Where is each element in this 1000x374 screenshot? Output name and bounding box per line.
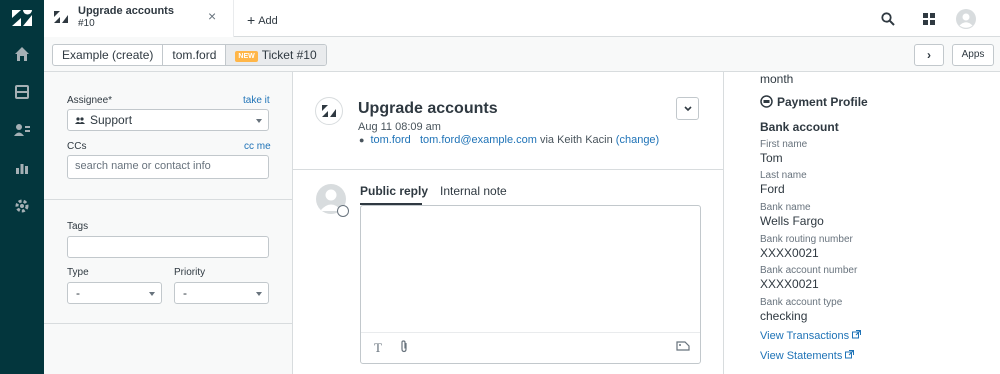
external-link-icon bbox=[845, 350, 855, 359]
divider bbox=[293, 169, 723, 170]
assignee-select[interactable]: Support bbox=[67, 109, 269, 131]
home-icon[interactable] bbox=[0, 36, 44, 72]
payment-profile-title: Payment Profile bbox=[777, 95, 868, 109]
field-label: First name bbox=[760, 139, 808, 150]
priority-label: Priority bbox=[174, 267, 206, 278]
plus-icon: + bbox=[247, 12, 256, 28]
breadcrumb-ticket[interactable]: NEW Ticket #10 bbox=[226, 45, 326, 65]
brand-logo-icon bbox=[315, 97, 343, 125]
field-value: XXXX0021 bbox=[760, 277, 819, 291]
field-label: Last name bbox=[760, 170, 807, 181]
ticket-options-dropdown[interactable] bbox=[676, 97, 699, 120]
cc-me-link[interactable]: cc me bbox=[244, 141, 271, 152]
close-tab-icon[interactable]: × bbox=[208, 8, 216, 24]
next-ticket-button[interactable]: › bbox=[914, 44, 944, 66]
breadcrumb-user[interactable]: tom.ford bbox=[163, 45, 227, 65]
change-requester-link[interactable]: (change) bbox=[616, 134, 659, 146]
divider bbox=[44, 323, 293, 324]
reporting-icon[interactable] bbox=[0, 150, 44, 186]
field-label: Bank account number bbox=[760, 265, 858, 276]
breadcrumb: Example (create) tom.ford NEW Ticket #10 bbox=[52, 44, 327, 66]
external-link-icon bbox=[852, 330, 862, 339]
ticket-tab-logo-icon bbox=[54, 11, 68, 26]
field-value: Wells Fargo bbox=[760, 214, 824, 228]
agent-badge-icon bbox=[337, 205, 349, 217]
view-transactions-link[interactable]: View Transactions bbox=[760, 330, 862, 342]
macro-icon[interactable] bbox=[676, 340, 690, 355]
bank-account-heading: Bank account bbox=[760, 120, 839, 134]
group-icon bbox=[75, 114, 85, 128]
customers-icon[interactable] bbox=[0, 112, 44, 148]
apps-button[interactable]: Apps bbox=[952, 44, 994, 66]
reply-editor[interactable]: T bbox=[360, 205, 701, 364]
search-icon[interactable] bbox=[877, 8, 899, 30]
ticket-subject: Upgrade accounts bbox=[358, 100, 498, 117]
tab-internal-note[interactable]: Internal note bbox=[440, 184, 507, 198]
assignee-label: Assignee* bbox=[67, 95, 113, 106]
view-statements-label: View Statements bbox=[760, 350, 843, 362]
add-tab-button[interactable]: + Add bbox=[247, 11, 278, 28]
view-transactions-label: View Transactions bbox=[760, 330, 850, 342]
requester-name-link[interactable]: tom.ford bbox=[370, 134, 410, 146]
take-it-link[interactable]: take it bbox=[243, 95, 270, 106]
breadcrumb-ticket-label: Ticket #10 bbox=[261, 48, 317, 62]
ccs-search-input[interactable]: search name or contact info bbox=[67, 155, 269, 179]
left-nav bbox=[0, 0, 44, 374]
attachment-icon[interactable] bbox=[399, 340, 409, 356]
tab-title: Upgrade accounts bbox=[78, 5, 174, 17]
ticket-date: Aug 11 08:09 am bbox=[358, 121, 441, 133]
zendesk-logo-icon[interactable] bbox=[0, 0, 44, 36]
truncated-text: month bbox=[760, 72, 794, 86]
app-sidebar: month Payment Profile Bank account First… bbox=[723, 72, 1000, 374]
requester-email-link[interactable]: tom.ford@example.com bbox=[420, 134, 537, 146]
new-status-badge: NEW bbox=[235, 51, 258, 62]
ccs-placeholder: search name or contact info bbox=[75, 160, 211, 172]
field-value: Tom bbox=[760, 151, 783, 165]
ticket-subbar: Example (create) tom.ford NEW Ticket #10 … bbox=[44, 37, 1000, 72]
ccs-label: CCs bbox=[67, 141, 87, 152]
top-bar: Upgrade accounts #10 × + Add bbox=[44, 0, 1000, 37]
type-label: Type bbox=[67, 267, 89, 278]
field-value: Ford bbox=[760, 182, 785, 196]
tab-subtitle: #10 bbox=[78, 18, 95, 29]
priority-value: - bbox=[183, 286, 187, 300]
payment-profile-icon bbox=[760, 95, 773, 111]
bullet: ● bbox=[359, 135, 365, 145]
user-avatar-icon[interactable] bbox=[955, 8, 977, 30]
via-text: via Keith Kacin bbox=[539, 134, 613, 146]
ticket-properties-panel: Assignee* take it Support CCs cc me sear… bbox=[44, 72, 293, 374]
views-icon[interactable] bbox=[0, 74, 44, 110]
type-select[interactable]: - bbox=[67, 282, 162, 304]
ticket-tab[interactable]: Upgrade accounts #10 × bbox=[44, 0, 234, 37]
field-value: checking bbox=[760, 309, 808, 323]
tags-input[interactable] bbox=[67, 236, 269, 258]
settings-gear-icon[interactable] bbox=[0, 188, 44, 224]
type-value: - bbox=[76, 286, 80, 300]
chevron-down-icon bbox=[149, 292, 155, 296]
breadcrumb-organization[interactable]: Example (create) bbox=[53, 45, 164, 65]
field-value: XXXX0021 bbox=[760, 246, 819, 260]
editor-toolbar-divider bbox=[361, 332, 700, 333]
field-label: Bank name bbox=[760, 202, 811, 213]
assignee-value: Support bbox=[90, 113, 133, 127]
product-tray-icon[interactable] bbox=[918, 8, 940, 30]
divider bbox=[44, 199, 293, 200]
tags-label: Tags bbox=[67, 221, 89, 232]
chevron-down-icon bbox=[256, 292, 262, 296]
chevron-down-icon bbox=[256, 119, 262, 123]
tab-public-reply[interactable]: Public reply bbox=[360, 184, 428, 198]
priority-select[interactable]: - bbox=[174, 282, 269, 304]
requester-line: ● tom.ford tom.ford@example.com via Keith… bbox=[359, 134, 659, 146]
field-label: Bank account type bbox=[760, 297, 843, 308]
add-label: Add bbox=[258, 15, 278, 27]
field-label: Bank routing number bbox=[760, 234, 853, 245]
text-format-icon[interactable]: T bbox=[374, 340, 382, 356]
view-statements-link[interactable]: View Statements bbox=[760, 350, 855, 362]
ticket-conversation: Upgrade accounts Aug 11 08:09 am ● tom.fo… bbox=[293, 72, 723, 374]
